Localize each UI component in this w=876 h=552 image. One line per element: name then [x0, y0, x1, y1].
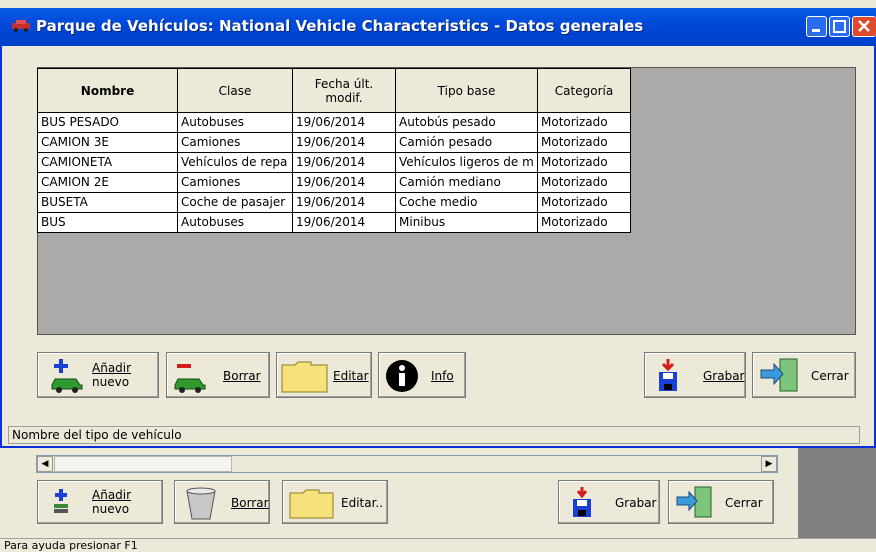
cell-nombre[interactable]: BUSETA — [37, 192, 178, 213]
save-disk-icon — [573, 487, 591, 517]
cell-tipo-base[interactable]: Camión mediano — [395, 172, 538, 193]
cell-fecha[interactable]: 19/06/2014 — [292, 172, 396, 193]
close-window-button[interactable] — [852, 16, 876, 37]
close-icon — [857, 20, 870, 32]
scroll-left-arrow-icon[interactable]: ◀ — [37, 456, 53, 472]
delete-label: Borrar — [223, 369, 261, 383]
dialog-status-bar: Nombre del tipo de vehículo — [8, 426, 860, 444]
add-new-button[interactable]: Añadir nuevo — [37, 352, 159, 398]
car-app-icon — [12, 20, 30, 32]
column-header-clase[interactable]: Clase — [177, 68, 293, 113]
exit-door-icon — [760, 358, 798, 392]
maximize-button[interactable] — [829, 16, 850, 37]
exit-door-icon — [676, 486, 712, 518]
add-vehicle-icon — [51, 359, 83, 393]
cell-categoria[interactable]: Motorizado — [537, 152, 631, 173]
cell-fecha[interactable]: 19/06/2014 — [292, 152, 396, 173]
cell-clase[interactable]: Vehículos de repa — [177, 152, 293, 173]
cell-fecha[interactable]: 19/06/2014 — [292, 112, 396, 133]
cell-clase[interactable]: Camiones — [177, 172, 293, 193]
trash-bin-icon — [186, 487, 216, 520]
column-header-fecha[interactable]: Fecha últ. modif. — [292, 68, 396, 113]
cell-tipo-base[interactable]: Camión pesado — [395, 132, 538, 153]
cell-nombre[interactable]: CAMIONETA — [37, 152, 178, 173]
table-row[interactable]: CAMIONETA Vehículos de repa 19/06/2014 Vehí… — [37, 152, 631, 173]
save-disk-icon — [659, 359, 677, 391]
cell-nombre[interactable]: CAMION 3E — [37, 132, 178, 153]
minimize-icon — [812, 29, 820, 32]
folder-icon — [289, 489, 334, 519]
cell-nombre[interactable]: CAMION 2E — [37, 172, 178, 193]
cell-clase[interactable]: Coche de pasajer — [177, 192, 293, 213]
cell-fecha[interactable]: 19/06/2014 — [292, 212, 396, 233]
cell-clase[interactable]: Autobuses — [177, 112, 293, 133]
cell-categoria[interactable]: Motorizado — [537, 172, 631, 193]
vehicle-types-table: Nombre Clase Fecha últ. modif. Tipo base… — [37, 68, 631, 233]
cell-tipo-base[interactable]: Autobús pesado — [395, 112, 538, 133]
save-button[interactable]: Grabar — [644, 352, 746, 398]
column-header-tipo-base[interactable]: Tipo base — [395, 68, 538, 113]
table-row[interactable]: BUS Autobuses 19/06/2014 Minibus Motorizado — [37, 212, 631, 233]
close-label: Cerrar — [811, 369, 849, 383]
cell-fecha[interactable]: 19/06/2014 — [292, 132, 396, 153]
dialog-title: Parque de Vehículos: National Vehicle Ch… — [36, 17, 644, 35]
scroll-right-arrow-icon[interactable]: ▶ — [761, 456, 777, 472]
bg-close-label: Cerrar — [725, 496, 763, 510]
cell-tipo-base[interactable]: Coche medio — [395, 192, 538, 213]
bg-save-button[interactable]: Grabar — [558, 480, 660, 524]
bg-edit-button[interactable]: Editar.. — [282, 480, 388, 524]
close-button[interactable]: Cerrar — [752, 352, 856, 398]
column-header-categoria[interactable]: Categoría — [537, 68, 631, 113]
save-label: Grabar — [703, 369, 745, 383]
cell-tipo-base[interactable]: Minibus — [395, 212, 538, 233]
bg-close-button[interactable]: Cerrar — [668, 480, 774, 524]
bg-delete-label: Borrar — [231, 496, 269, 510]
bg-add-new-button[interactable]: Añadir nuevo — [37, 480, 163, 524]
cell-categoria[interactable]: Motorizado — [537, 212, 631, 233]
scrollbar-thumb[interactable] — [54, 456, 232, 472]
bg-add-label-1: Añadir — [92, 488, 132, 502]
cell-nombre[interactable]: BUS — [37, 212, 178, 233]
info-button[interactable]: Info — [378, 352, 466, 398]
add-label-1: Añadir — [92, 361, 132, 375]
cell-categoria[interactable]: Motorizado — [537, 112, 631, 133]
background-horizontal-scrollbar[interactable]: ◀ ▶ — [36, 455, 778, 473]
cell-fecha[interactable]: 19/06/2014 — [292, 192, 396, 213]
edit-button[interactable]: Editar — [276, 352, 372, 398]
bg-edit-label: Editar.. — [341, 496, 384, 510]
bg-save-label: Grabar — [615, 496, 657, 510]
cell-categoria[interactable]: Motorizado — [537, 192, 631, 213]
cell-categoria[interactable]: Motorizado — [537, 132, 631, 153]
edit-label: Editar — [333, 369, 369, 383]
background-desktop-area — [798, 448, 876, 552]
table-row[interactable]: BUSETA Coche de pasajer 19/06/2014 Coche me… — [37, 192, 631, 213]
table-row[interactable]: BUS PESADO Autobuses 19/06/2014 Autobús pes… — [37, 112, 631, 133]
column-header-nombre[interactable]: Nombre — [37, 68, 178, 113]
bg-add-label-2: nuevo — [92, 502, 130, 516]
background-status-bar: Para ayuda presionar F1 — [0, 538, 876, 552]
table-row[interactable]: CAMION 3E Camiones 19/06/2014 Camión pesado… — [37, 132, 631, 153]
info-label: Info — [431, 369, 454, 383]
minimize-button[interactable] — [806, 16, 827, 37]
cell-tipo-base[interactable]: Vehículos ligeros de m — [395, 152, 538, 173]
add-label-2: nuevo — [92, 375, 130, 389]
folder-icon — [281, 361, 328, 393]
add-icon — [54, 489, 68, 513]
remove-vehicle-icon — [174, 364, 206, 393]
cell-clase[interactable]: Camiones — [177, 132, 293, 153]
delete-button[interactable]: Borrar — [166, 352, 270, 398]
info-icon — [386, 360, 418, 392]
cell-nombre[interactable]: BUS PESADO — [37, 112, 178, 133]
maximize-icon — [833, 20, 846, 33]
bg-delete-button[interactable]: Borrar — [174, 480, 270, 524]
cell-clase[interactable]: Autobuses — [177, 212, 293, 233]
table-row[interactable]: CAMION 2E Camiones 19/06/2014 Camión median… — [37, 172, 631, 193]
